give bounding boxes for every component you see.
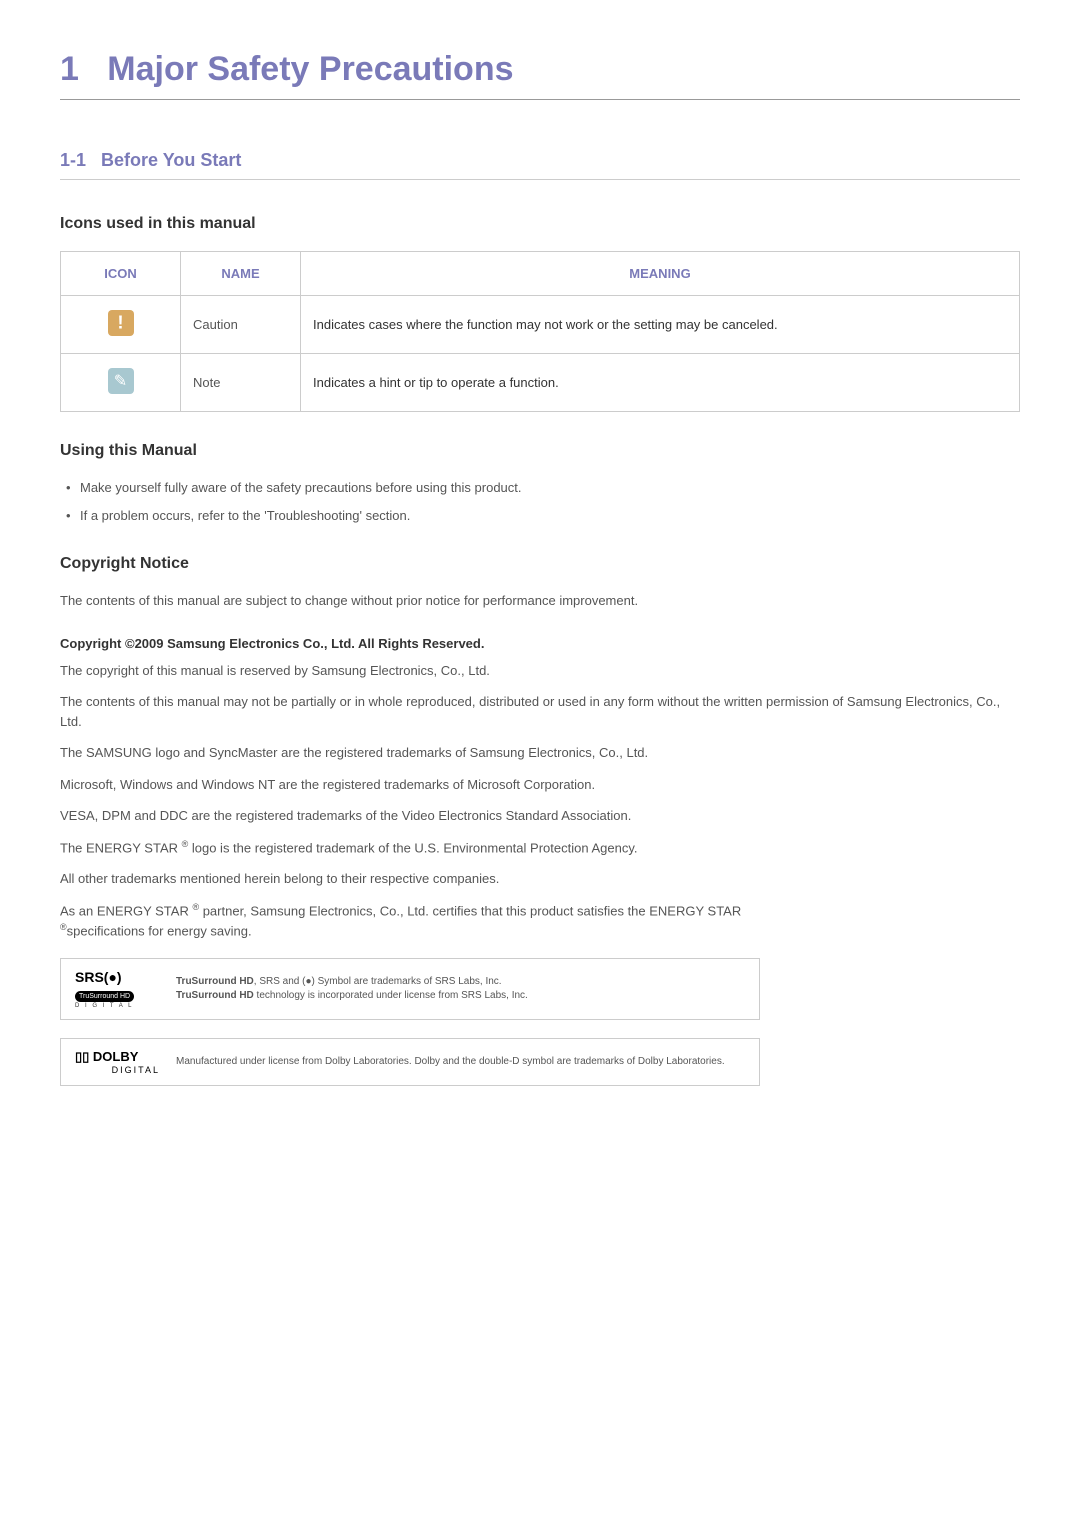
copyright-p5: VESA, DPM and DDC are the registered tra… [60, 806, 1020, 826]
dolby-box: ▯▯ DOLBY DIGITAL Manufactured under lice… [60, 1038, 760, 1086]
dolby-logo: ▯▯ DOLBY DIGITAL [75, 1049, 160, 1075]
note-icon [108, 368, 134, 394]
srs-text: TruSurround HD, SRS and (●) Symbol are t… [176, 975, 528, 1003]
caution-icon [108, 310, 134, 336]
section-title-text: Before You Start [101, 150, 241, 170]
copyright-p4: Microsoft, Windows and Windows NT are th… [60, 775, 1020, 795]
copyright-heading: Copyright Notice [60, 555, 1020, 573]
copyright-p1: The copyright of this manual is reserved… [60, 661, 1020, 681]
section-number: 1-1 [60, 150, 86, 170]
icons-table: ICON NAME MEANING Caution Indicates case… [60, 251, 1020, 412]
srs-logo-main: SRS(●) [75, 969, 160, 985]
chapter-title-text: Major Safety Precautions [107, 50, 513, 88]
dolby-logo-sub: DIGITAL [75, 1065, 160, 1075]
other-trademarks: All other trademarks mentioned herein be… [60, 869, 1020, 889]
table-row: Note Indicates a hint or tip to operate … [61, 354, 1020, 412]
using-manual-heading: Using this Manual [60, 442, 1020, 460]
srs-logo-sub: D I G I T A L [75, 1003, 160, 1009]
energy-star-2: As an ENERGY STAR ® partner, Samsung Ele… [60, 901, 1020, 941]
icon-cell-caution [61, 296, 181, 354]
name-note: Note [181, 354, 301, 412]
copyright-intro: The contents of this manual are subject … [60, 591, 1020, 611]
list-item: Make yourself fully aware of the safety … [60, 478, 1020, 498]
table-row: Caution Indicates cases where the functi… [61, 296, 1020, 354]
srs-box: SRS(●) TruSurround HD D I G I T A L TruS… [60, 958, 760, 1020]
name-caution: Caution [181, 296, 301, 354]
header-meaning: MEANING [301, 252, 1020, 296]
chapter-number: 1 [60, 50, 79, 88]
energy-star-1: The ENERGY STAR ® logo is the registered… [60, 838, 1020, 858]
list-item: If a problem occurs, refer to the 'Troub… [60, 506, 1020, 526]
copyright-p3: The SAMSUNG logo and SyncMaster are the … [60, 743, 1020, 763]
header-icon: ICON [61, 252, 181, 296]
icons-heading: Icons used in this manual [60, 215, 1020, 233]
meaning-caution: Indicates cases where the function may n… [301, 296, 1020, 354]
using-manual-list: Make yourself fully aware of the safety … [60, 478, 1020, 525]
icon-cell-note [61, 354, 181, 412]
copyright-p2: The contents of this manual may not be p… [60, 692, 1020, 731]
section-title: 1-1 Before You Start [60, 150, 1020, 180]
header-name: NAME [181, 252, 301, 296]
dolby-logo-main: ▯▯ DOLBY [75, 1049, 160, 1065]
dolby-text: Manufactured under license from Dolby La… [176, 1055, 725, 1069]
copyright-strong: Copyright ©2009 Samsung Electronics Co.,… [60, 636, 1020, 651]
meaning-note: Indicates a hint or tip to operate a fun… [301, 354, 1020, 412]
srs-logo: SRS(●) TruSurround HD D I G I T A L [75, 969, 160, 1009]
chapter-title: 1 Major Safety Precautions [60, 50, 1020, 100]
srs-logo-badge: TruSurround HD [75, 991, 134, 1002]
